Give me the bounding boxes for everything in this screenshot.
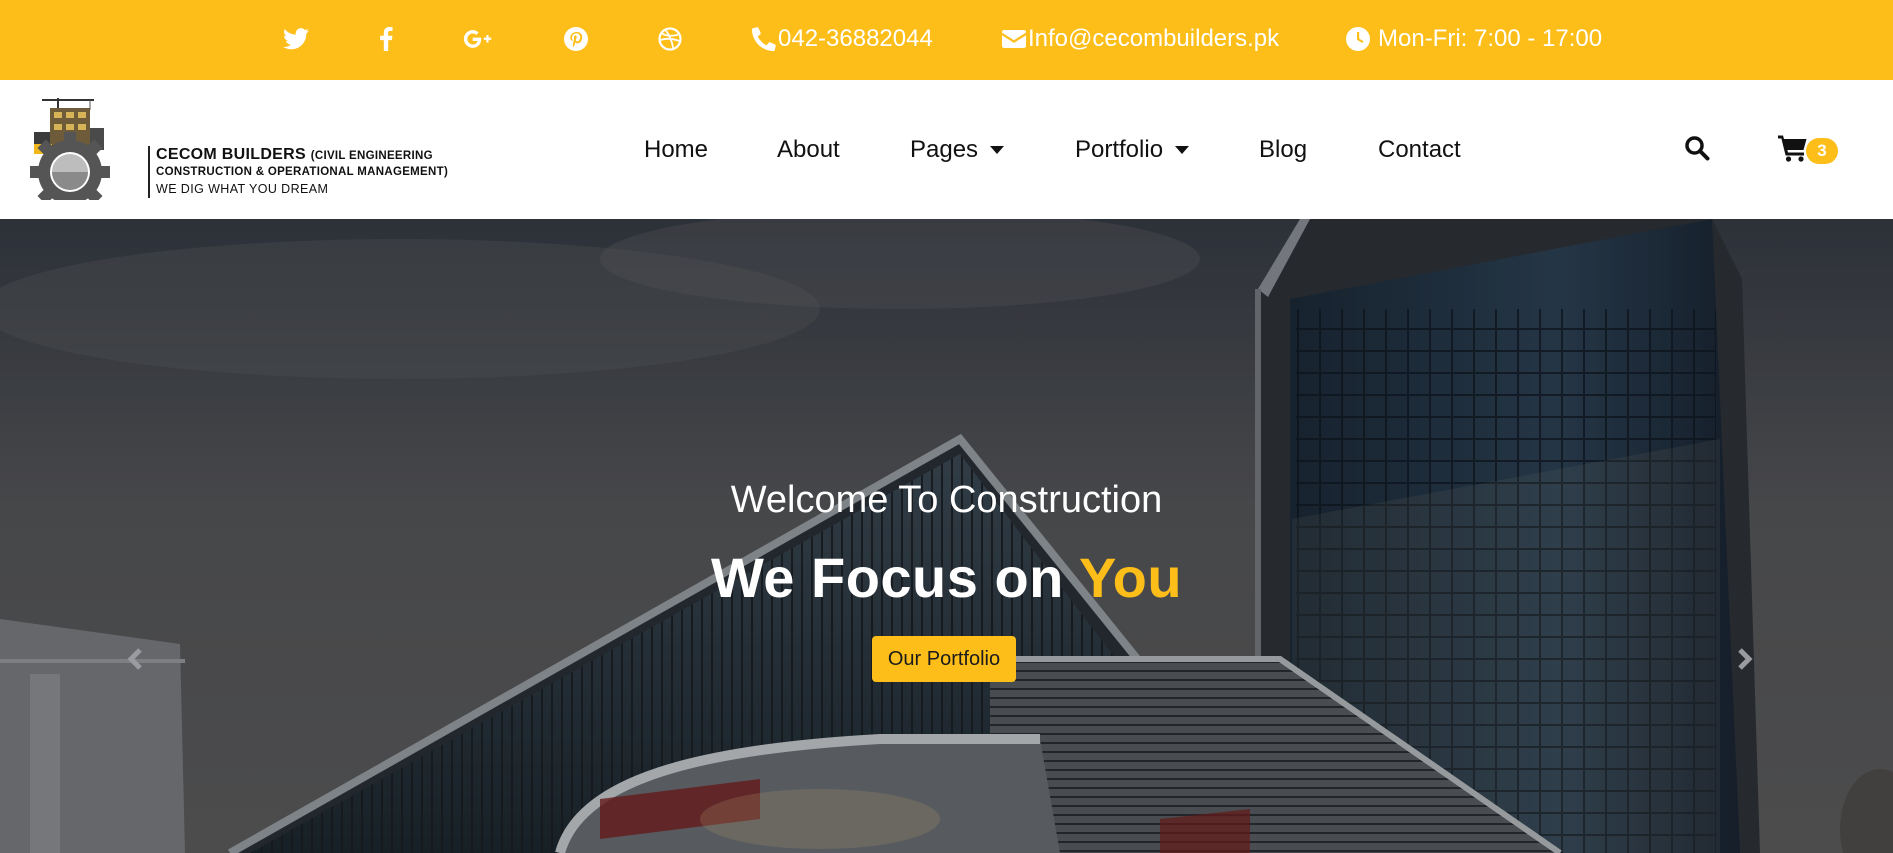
shopping-cart-icon bbox=[1778, 135, 1807, 162]
logo-tagline: WE DIG WHAT YOU DREAM bbox=[156, 182, 329, 196]
cart-button[interactable] bbox=[1778, 134, 1808, 164]
main-header: CECOM BUILDERS (CIVIL ENGINEERING CONSTR… bbox=[0, 80, 1893, 219]
google-plus-icon bbox=[463, 30, 492, 48]
facebook-link[interactable] bbox=[371, 22, 401, 56]
logo-text: CECOM BUILDERS (CIVIL ENGINEERING CONSTR… bbox=[156, 146, 448, 196]
nav-pages-dropdown[interactable]: Pages bbox=[910, 134, 1005, 166]
top-info-bar: 042-36882044 Info@cecombuilders.pk Mon-F… bbox=[0, 0, 1893, 80]
dribbble-link[interactable] bbox=[655, 22, 685, 56]
hero-title-main: We Focus on bbox=[710, 546, 1079, 609]
logo-line-2: CONSTRUCTION & OPERATIONAL MANAGEMENT) bbox=[156, 166, 449, 178]
logo-company-name: CECOM BUILDERS bbox=[156, 146, 306, 163]
twitter-icon bbox=[283, 28, 309, 50]
cart-count-badge: 3 bbox=[1806, 138, 1838, 164]
slider-next-button[interactable] bbox=[1734, 647, 1758, 673]
nav-portfolio-label: Portfolio bbox=[1075, 136, 1164, 163]
search-icon bbox=[1685, 136, 1710, 161]
twitter-link[interactable] bbox=[281, 22, 311, 56]
clock-icon bbox=[1346, 27, 1370, 51]
company-logo[interactable]: CECOM BUILDERS (CIVIL ENGINEERING CONSTR… bbox=[28, 94, 448, 200]
dribbble-icon bbox=[658, 27, 682, 51]
hero-background-image bbox=[0, 219, 1893, 853]
nav-pages-label: Pages bbox=[910, 136, 979, 163]
nav-contact[interactable]: Contact bbox=[1378, 134, 1461, 166]
caret-down-icon bbox=[990, 146, 1005, 154]
logo-name-suffix: (CIVIL ENGINEERING bbox=[310, 150, 433, 162]
slider-prev-button[interactable] bbox=[126, 647, 150, 673]
email-address: Info@cecombuilders.pk bbox=[1028, 25, 1280, 52]
nav-portfolio-dropdown[interactable]: Portfolio bbox=[1075, 134, 1190, 166]
chevron-left-icon bbox=[127, 648, 142, 670]
caret-down-icon bbox=[1175, 146, 1190, 154]
search-button[interactable] bbox=[1684, 135, 1712, 163]
pinterest-link[interactable] bbox=[561, 22, 591, 56]
hero-title: We Focus on You bbox=[0, 545, 1893, 610]
phone-icon bbox=[752, 27, 776, 51]
logo-divider bbox=[148, 146, 150, 198]
email-info[interactable]: Info@cecombuilders.pk bbox=[1002, 22, 1279, 56]
facebook-icon bbox=[380, 27, 393, 51]
phone-info[interactable]: 042-36882044 bbox=[752, 22, 933, 56]
envelope-icon bbox=[1002, 30, 1026, 48]
nav-blog[interactable]: Blog bbox=[1259, 134, 1307, 166]
phone-number: 042-36882044 bbox=[778, 25, 933, 52]
hero-subtitle: Welcome To Construction bbox=[730, 479, 1163, 521]
gear-crane-logo-icon bbox=[30, 98, 110, 200]
hero-slider: Welcome To Construction We Focus on You … bbox=[0, 219, 1893, 853]
nav-about[interactable]: About bbox=[777, 134, 840, 166]
chevron-right-icon bbox=[1738, 648, 1753, 670]
nav-home[interactable]: Home bbox=[644, 134, 708, 166]
pinterest-icon bbox=[564, 27, 588, 51]
hours-info: Mon-Fri: 7:00 - 17:00 bbox=[1346, 22, 1602, 56]
google-plus-link[interactable] bbox=[463, 22, 493, 56]
hero-title-accent: You bbox=[1078, 546, 1183, 609]
our-portfolio-button[interactable]: Our Portfolio bbox=[872, 636, 1016, 682]
business-hours: Mon-Fri: 7:00 - 17:00 bbox=[1378, 25, 1603, 52]
